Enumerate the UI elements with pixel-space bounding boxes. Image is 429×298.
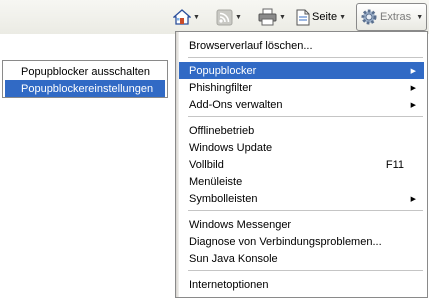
menu-item-label: Sun Java Konsole	[189, 252, 278, 265]
shortcut-label: F11	[385, 158, 404, 171]
menu-separator	[188, 57, 423, 58]
rss-feed-icon	[216, 9, 233, 25]
gear-icon	[361, 9, 377, 25]
menu-item-label: Internetoptionen	[189, 278, 269, 291]
feeds-button[interactable]: ▼	[216, 5, 242, 29]
menu-item-label: Popupblocker	[189, 64, 257, 77]
extras-button[interactable]: Extras ▼	[356, 3, 427, 31]
menu-item-label: Phishingfilter	[189, 81, 252, 94]
menu-separator	[188, 116, 423, 117]
submenu-arrow-icon: ▶	[410, 84, 416, 92]
extras-menu: Browserverlauf löschen... Popupblocker ▶…	[175, 31, 428, 298]
menu-item-clear-history[interactable]: Browserverlauf löschen...	[179, 37, 424, 54]
menu-item-fullscreen[interactable]: Vollbild F11	[179, 156, 424, 173]
home-icon	[173, 9, 191, 25]
page-icon	[296, 9, 310, 25]
menu-item-label: Browserverlauf löschen...	[189, 39, 313, 52]
menu-item-popupblocker[interactable]: Popupblocker ▶	[179, 62, 424, 79]
menu-item-diagnose-connection[interactable]: Diagnose von Verbindungsproblemen...	[179, 233, 424, 250]
menu-item-windows-update[interactable]: Windows Update	[179, 139, 424, 156]
menu-item-label: Offlinebetrieb	[189, 124, 255, 137]
menu-item-internet-options[interactable]: Internetoptionen	[179, 276, 424, 293]
menu-item-toolbars[interactable]: Symbolleisten ▶	[179, 190, 424, 207]
menu-item-manage-addons[interactable]: Add-Ons verwalten ▶	[179, 96, 424, 113]
submenu-arrow-icon: ▶	[410, 195, 416, 203]
menu-item-label: Windows Update	[189, 141, 273, 154]
chevron-down-icon[interactable]: ▼	[279, 14, 286, 21]
menu-item-windows-messenger[interactable]: Windows Messenger	[179, 216, 424, 233]
command-bar: ▼ ▼ ▼ Seite ▼ Extras ▼	[0, 0, 429, 34]
menu-item-label: Add-Ons verwalten	[189, 98, 283, 111]
submenu-item-popupblocker-settings[interactable]: Popupblockereinstellungen	[5, 80, 165, 97]
submenu-arrow-icon: ▶	[410, 67, 416, 75]
menu-item-label: Popupblockereinstellungen	[21, 82, 154, 95]
menu-item-phishingfilter[interactable]: Phishingfilter ▶	[179, 79, 424, 96]
home-button[interactable]: ▼	[173, 5, 200, 29]
menu-separator	[188, 210, 423, 211]
page-label: Seite	[312, 11, 338, 23]
menu-item-label: Menüleiste	[189, 175, 243, 188]
menu-item-label: Popupblocker ausschalten	[21, 65, 151, 78]
submenu-arrow-icon: ▶	[410, 101, 416, 109]
menu-item-menubar[interactable]: Menüleiste	[179, 173, 424, 190]
print-button[interactable]: ▼	[258, 5, 286, 29]
menu-separator	[188, 270, 423, 271]
menu-item-label: Symbolleisten	[189, 192, 258, 205]
menu-item-offline[interactable]: Offlinebetrieb	[179, 122, 424, 139]
chevron-down-icon[interactable]: ▼	[235, 14, 242, 21]
page-button[interactable]: Seite ▼	[296, 5, 346, 29]
menu-item-label: Windows Messenger	[189, 218, 292, 231]
chevron-down-icon[interactable]: ▼	[193, 14, 200, 21]
extras-label: Extras	[380, 11, 412, 23]
menu-item-label: Vollbild	[189, 158, 224, 171]
printer-icon	[258, 8, 277, 26]
menu-item-label: Diagnose von Verbindungsproblemen...	[189, 235, 382, 248]
popupblocker-submenu: Popupblocker ausschalten Popupblockerein…	[2, 60, 168, 98]
chevron-down-icon[interactable]: ▼	[339, 14, 346, 21]
chevron-down-icon: ▼	[416, 13, 424, 21]
menu-item-java-console[interactable]: Sun Java Konsole	[179, 250, 424, 267]
submenu-item-disable-popupblocker[interactable]: Popupblocker ausschalten	[5, 63, 165, 80]
